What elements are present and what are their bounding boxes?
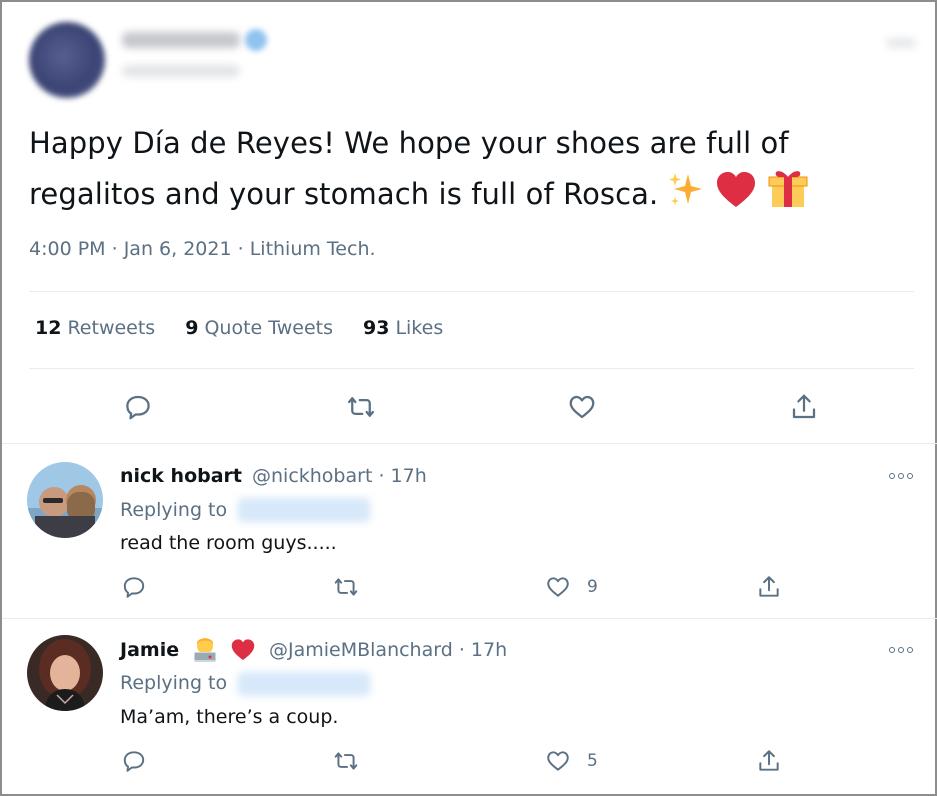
- reply-like-count: 9: [587, 577, 598, 597]
- red-heart-icon: [714, 170, 758, 223]
- tweet-text: Happy Día de Reyes! We hope your shoes a…: [29, 120, 909, 223]
- retweets-count: 12: [35, 317, 62, 339]
- meta-separator-2: ·: [237, 238, 244, 260]
- share-icon: [759, 576, 779, 597]
- reply-more-icon[interactable]: [886, 643, 916, 657]
- replying-to-handle-redacted[interactable]: [238, 498, 370, 522]
- reply-retweet-button[interactable]: [332, 747, 360, 775]
- woman-technologist-icon: [190, 635, 220, 669]
- replying-to-handle-redacted[interactable]: [238, 672, 370, 696]
- tweet-time[interactable]: 4:00 PM: [29, 238, 106, 260]
- tweet-text-line-2: regalitos and your stomach is full of Ro…: [29, 166, 909, 223]
- red-heart-icon: [230, 638, 256, 666]
- more-options-icon[interactable]: [886, 38, 916, 48]
- reply-text: Ma’am, there’s a coup.: [120, 706, 339, 728]
- section-divider: [2, 618, 937, 619]
- retweets-stat[interactable]: 12 Retweets: [35, 317, 155, 339]
- retweet-icon: [334, 752, 358, 770]
- tweet-source[interactable]: Lithium Tech.: [250, 238, 376, 260]
- reply-icon: [123, 751, 145, 772]
- likes-stat[interactable]: 93 Likes: [363, 317, 443, 339]
- verified-badge-icon: [245, 29, 267, 51]
- author-name-redacted[interactable]: [122, 32, 240, 48]
- reply-button[interactable]: [121, 390, 155, 424]
- tweet-date[interactable]: Jan 6, 2021: [124, 238, 232, 260]
- reply-share-button[interactable]: [755, 747, 783, 775]
- retweets-label: Retweets: [67, 317, 156, 339]
- tweet-text-line-2-text: regalitos and your stomach is full of Ro…: [29, 177, 659, 211]
- share-icon: [792, 394, 816, 419]
- heart-icon: [547, 577, 569, 597]
- reply-like-count: 5: [587, 751, 598, 771]
- meta-separator: ·: [111, 238, 118, 260]
- reply-author-handle[interactable]: @nickhobart · 17h: [252, 465, 427, 487]
- reply-author-name[interactable]: nick hobart: [120, 465, 242, 487]
- reply-icon: [123, 577, 145, 598]
- reply-more-icon[interactable]: [886, 469, 916, 483]
- replying-to-label: Replying to: [120, 672, 228, 694]
- reply-retweet-button[interactable]: [332, 573, 360, 601]
- reply-like-button[interactable]: [544, 573, 572, 601]
- heart-icon: [569, 395, 595, 419]
- retweet-icon: [348, 397, 374, 417]
- like-button[interactable]: [565, 390, 599, 424]
- reply-author-name[interactable]: Jamie: [120, 639, 179, 661]
- retweet-button[interactable]: [344, 390, 378, 424]
- likes-label: Likes: [395, 317, 444, 339]
- reply-text: read the room guys.....: [120, 532, 337, 554]
- divider: [29, 291, 914, 292]
- sparkles-icon: [666, 170, 706, 223]
- gift-icon: [766, 166, 810, 223]
- tweet-text-line-1: Happy Día de Reyes! We hope your shoes a…: [29, 126, 789, 160]
- tweet-stats: 12 Retweets 9 Quote Tweets 93 Likes: [35, 317, 443, 339]
- quote-tweets-count: 9: [185, 317, 199, 339]
- reply-avatar-nickhobart[interactable]: [27, 462, 103, 538]
- tweet-meta: 4:00 PM · Jan 6, 2021 · Lithium Tech.: [29, 238, 376, 260]
- quote-tweets-label: Quote Tweets: [204, 317, 333, 339]
- reply-reply-button[interactable]: [120, 747, 148, 775]
- heart-icon: [547, 751, 569, 771]
- reply-like-button[interactable]: [544, 747, 572, 775]
- share-button[interactable]: [787, 390, 821, 424]
- reply-avatar-jamie[interactable]: [27, 635, 103, 711]
- reply-share-button[interactable]: [755, 573, 783, 601]
- divider: [29, 368, 914, 369]
- quote-tweets-stat[interactable]: 9 Quote Tweets: [185, 317, 333, 339]
- section-divider: [2, 443, 937, 444]
- share-icon: [759, 750, 779, 771]
- reply-reply-button[interactable]: [120, 573, 148, 601]
- author-avatar[interactable]: [29, 22, 105, 98]
- reply-author-handle[interactable]: @JamieMBlanchard · 17h: [269, 639, 507, 661]
- replying-to-label: Replying to: [120, 499, 228, 521]
- likes-count: 93: [362, 317, 390, 339]
- reply-icon: [126, 395, 150, 420]
- tweet-frame: Happy Día de Reyes! We hope your shoes a…: [0, 0, 937, 796]
- retweet-icon: [334, 578, 358, 596]
- author-handle-redacted[interactable]: [122, 65, 240, 77]
